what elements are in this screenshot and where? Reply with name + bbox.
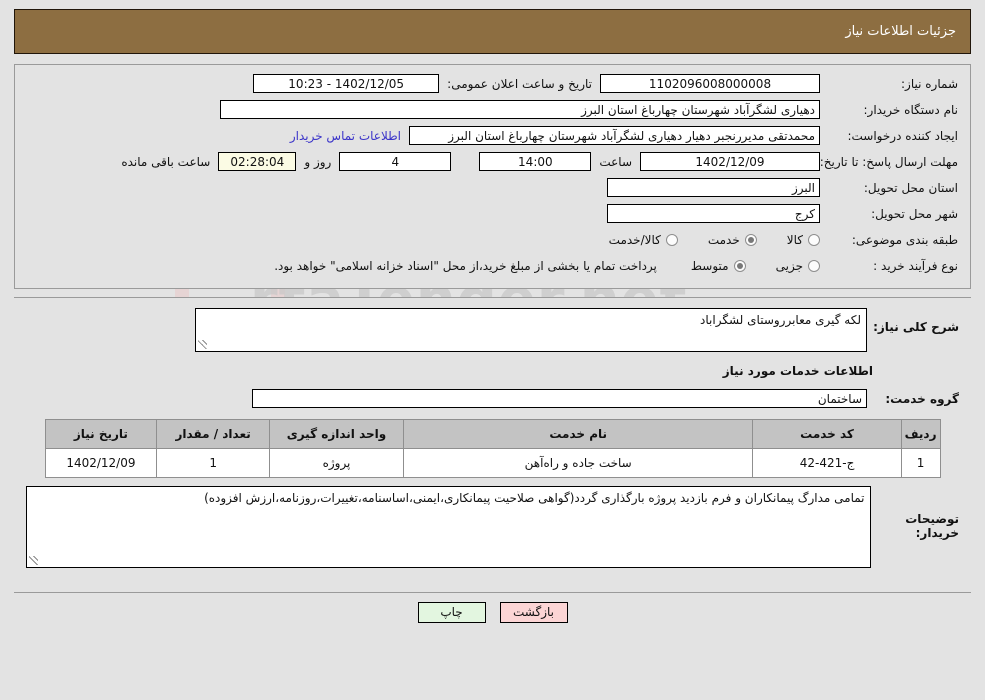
deadline-date-value: 1402/12/09 xyxy=(640,152,820,171)
service-group-label: گروه خدمت: xyxy=(885,391,959,406)
column-header-unit: واحد اندازه گیری xyxy=(268,419,404,449)
category-label: طبقه بندی موضوعی: xyxy=(851,232,958,247)
payment-note: پرداخت تمام یا بخشی از مبلغ خرید،از محل … xyxy=(274,258,657,273)
table-row: 1 ج-421-42 ساخت جاده و راه‌آهن پروژه 1 1… xyxy=(44,448,941,478)
category-option-kala-khedmat[interactable]: کالا/خدمت xyxy=(609,233,678,247)
radio-icon[interactable] xyxy=(808,259,820,272)
radio-icon[interactable] xyxy=(665,233,678,246)
buyer-comments-textarea[interactable]: تمامی مدارگ پیمانکاران و فرم بازدید پروژ… xyxy=(26,486,871,568)
deadline-time-value: 14:00 xyxy=(479,152,592,171)
row-requester: ایجاد کننده درخواست: محمدتقی مدیررنجبر د… xyxy=(27,125,958,146)
table-header-row: ردیف کد خدمت نام خدمت واحد اندازه گیری ت… xyxy=(44,419,941,449)
requester-label: ایجاد کننده درخواست: xyxy=(847,128,958,143)
cell-radif: 1 xyxy=(900,448,941,478)
column-header-quantity: تعداد / مقدار xyxy=(156,419,270,449)
buyer-contact-link[interactable]: اطلاعات تماس خریدار xyxy=(282,129,409,143)
row-purchase-process: نوع فرآیند خرید : جزیی متوسط پرداخت تمام… xyxy=(27,255,958,276)
description-textarea[interactable]: لکه گیری معابرروستای لشگراباد xyxy=(195,308,867,352)
row-buyer-org: نام دستگاه خریدار: دهیاری لشگرآباد شهرست… xyxy=(27,99,958,120)
radio-icon[interactable] xyxy=(744,233,757,246)
page-header: جزئیات اطلاعات نیاز xyxy=(14,9,971,54)
buyer-org-value: دهیاری لشگرآباد شهرستان چهارباغ استان ال… xyxy=(220,100,820,119)
page-title: جزئیات اطلاعات نیاز xyxy=(845,24,956,39)
row-general-description: شرح کلی نیاز: لکه گیری معابرروستای لشگرا… xyxy=(26,308,959,352)
process-option-motevaset[interactable]: متوسط xyxy=(691,259,746,273)
items-table-wrapper: ردیف کد خدمت نام خدمت واحد اندازه گیری ت… xyxy=(26,419,959,478)
row-need-number: شماره نیاز: 1102096008000008 تاریخ و ساع… xyxy=(27,73,958,94)
cell-quantity: 1 xyxy=(156,448,270,478)
cell-need-date: 1402/12/09 xyxy=(44,448,158,478)
category-option-label: کالا xyxy=(786,232,803,247)
row-buyer-comments: توضیحات خریدار: تمامی مدارگ پیمانکاران و… xyxy=(26,486,959,568)
services-section-heading: اطلاعات خدمات مورد نیاز xyxy=(722,364,873,378)
category-option-label: خدمت xyxy=(707,232,740,247)
need-info-panel: شماره نیاز: 1102096008000008 تاریخ و ساع… xyxy=(14,64,971,289)
cell-unit: پروژه xyxy=(268,448,404,478)
announce-datetime-value: 1402/12/05 - 10:23 xyxy=(253,74,440,93)
items-table: ردیف کد خدمت نام خدمت واحد اندازه گیری ت… xyxy=(44,419,941,478)
requester-value: محمدتقی مدیررنجبر دهیار دهیاری لشگرآباد … xyxy=(409,126,820,145)
radio-icon[interactable] xyxy=(733,259,746,272)
remaining-time-value: 02:28:04 xyxy=(218,152,297,171)
city-value: کرج xyxy=(607,204,820,223)
row-city: شهر محل تحویل: کرج xyxy=(27,203,958,224)
back-button[interactable]: بازگشت xyxy=(499,602,568,623)
category-radio-group: کالا خدمت کالا/خدمت xyxy=(609,233,820,247)
process-option-label: جزیی xyxy=(775,258,803,273)
province-value: البرز xyxy=(607,178,820,197)
cell-service-code: ج-421-42 xyxy=(752,448,902,478)
process-label: نوع فرآیند خرید : xyxy=(873,258,958,273)
buyer-org-label: نام دستگاه خریدار: xyxy=(863,102,959,117)
cell-service-name: ساخت جاده و راه‌آهن xyxy=(402,448,754,478)
deadline-hour-label: ساعت xyxy=(599,154,632,169)
category-option-label: کالا/خدمت xyxy=(608,232,661,247)
description-label: شرح کلی نیاز: xyxy=(873,320,959,334)
buyer-comments-label: توضیحات خریدار: xyxy=(905,512,959,540)
need-number-label: شماره نیاز: xyxy=(901,76,958,91)
process-option-label: متوسط xyxy=(690,258,729,273)
details-panel: شرح کلی نیاز: لکه گیری معابرروستای لشگرا… xyxy=(14,297,971,584)
column-header-service-name: نام خدمت xyxy=(402,419,754,449)
deadline-label: مهلت ارسال پاسخ: تا تاریخ: xyxy=(819,154,958,169)
print-button[interactable]: چاپ xyxy=(417,602,486,623)
province-label: استان محل تحویل: xyxy=(863,180,958,195)
service-group-value: ساختمان xyxy=(252,389,867,408)
remaining-time-label: ساعت باقی مانده xyxy=(121,154,211,169)
category-option-kala[interactable]: کالا xyxy=(787,233,820,247)
radio-icon[interactable] xyxy=(808,233,820,246)
column-header-radif: ردیف xyxy=(900,419,941,449)
process-option-jozii[interactable]: جزیی xyxy=(776,259,820,273)
row-deadline: مهلت ارسال پاسخ: تا تاریخ: 1402/12/09 سا… xyxy=(27,151,958,172)
announce-datetime-label: تاریخ و ساعت اعلان عمومی: xyxy=(447,76,592,91)
footer-actions: بازگشت چاپ xyxy=(14,592,971,623)
city-label: شهر محل تحویل: xyxy=(871,206,958,221)
need-number-value: 1102096008000008 xyxy=(600,74,820,93)
category-option-khedmat[interactable]: خدمت xyxy=(708,233,757,247)
process-radio-group: جزیی متوسط xyxy=(691,259,820,273)
row-service-group: گروه خدمت: ساختمان xyxy=(26,388,959,409)
column-header-need-date: تاریخ نیاز xyxy=(44,419,158,449)
row-category: طبقه بندی موضوعی: کالا خدمت کالا/خدمت xyxy=(27,229,958,250)
column-header-service-code: کد خدمت xyxy=(752,419,902,449)
remaining-days-label: روز و xyxy=(304,154,332,169)
remaining-days-value: 4 xyxy=(339,152,452,171)
row-province: استان محل تحویل: البرز xyxy=(27,177,958,198)
